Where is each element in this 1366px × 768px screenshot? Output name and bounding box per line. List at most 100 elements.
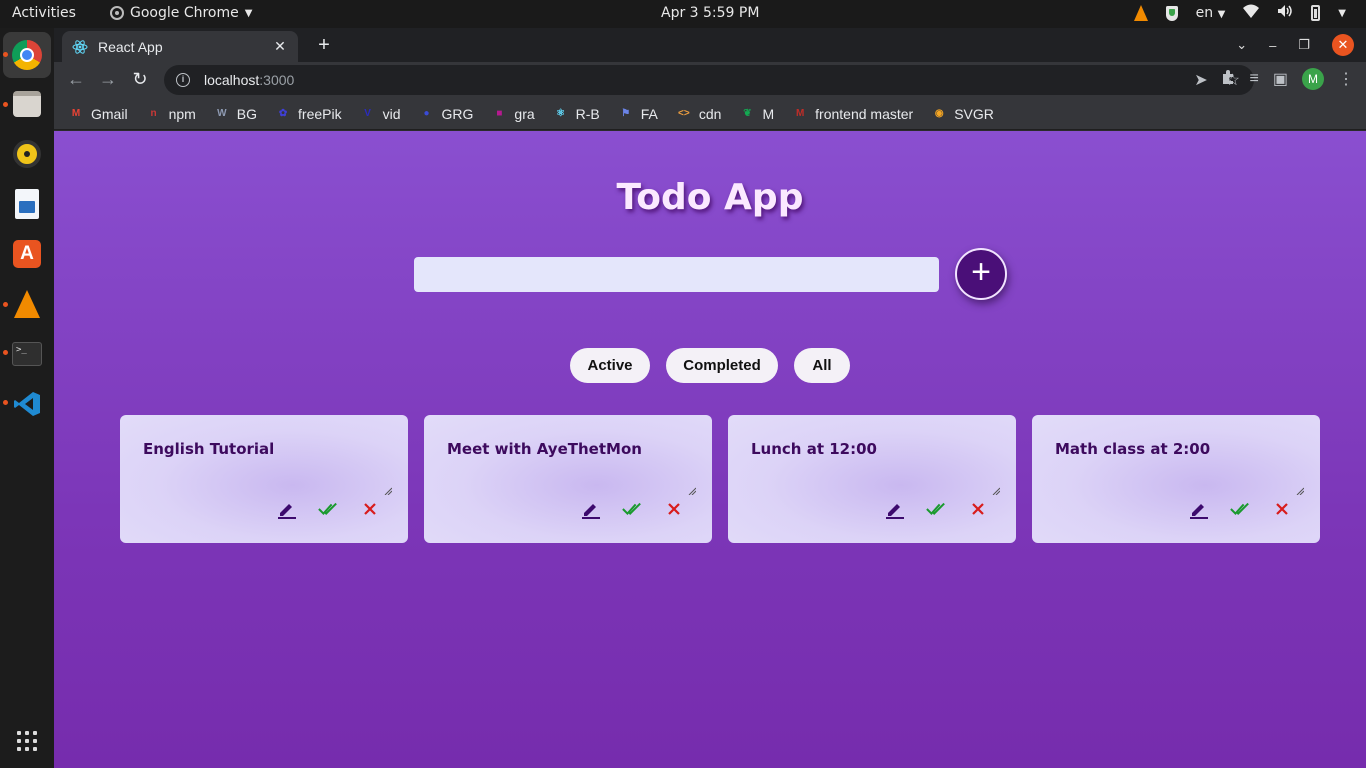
edit-icon[interactable] (580, 499, 600, 519)
grg-icon: ● (423, 108, 430, 119)
media-queue-icon[interactable]: ≡ (1250, 70, 1259, 88)
terminal-icon: >_ (12, 342, 42, 366)
bookmark-grg[interactable]: ● GRG (419, 106, 473, 122)
code-icon: <> (678, 108, 690, 119)
minimize-button[interactable]: – (1269, 38, 1276, 53)
bookmark-svgr[interactable]: ◉ SVGR (931, 106, 994, 122)
bookmark-fa[interactable]: ⚑ FA (618, 106, 658, 122)
dock-chrome[interactable] (11, 39, 43, 71)
bg-icon: W (217, 108, 227, 119)
extensions-icon[interactable] (1220, 69, 1236, 90)
vlc-tray-icon[interactable] (1133, 5, 1148, 21)
dock-terminal[interactable]: >_ (11, 338, 43, 370)
app-menu[interactable]: Google Chrome ▼ (110, 5, 252, 21)
bookmark-m[interactable]: ❦ M (739, 106, 774, 122)
system-top-bar: Activities Google Chrome ▼ Apr 3 5:59 PM… (0, 0, 1366, 28)
dock-vlc[interactable] (11, 288, 43, 320)
browser-toolbar: ← → ↻ i localhost:3000 ➤ ☆ ≡ ▣ M ⋮ (54, 62, 1366, 98)
bookmarks-bar: M Gmail n npm W BG ✿ freePik Vvid ● GRG ■ gra ⚛ R-B ⚑ FA… (54, 98, 1366, 130)
edit-icon[interactable] (884, 499, 904, 519)
bookmark-npm[interactable]: n npm (146, 106, 196, 122)
todo-text[interactable]: English Tutorial (143, 440, 274, 458)
bookmark-label: R-B (575, 105, 600, 122)
dock-files[interactable] (11, 88, 43, 120)
side-panel-icon[interactable]: ▣ (1273, 69, 1288, 89)
bookmark-label: frontend master (815, 105, 914, 122)
battery-icon[interactable] (1311, 5, 1321, 21)
language-indicator[interactable]: en ▼ (1196, 5, 1226, 21)
shield-icon[interactable] (1165, 5, 1178, 21)
todo-text[interactable]: Meet with AyeThetMon (447, 440, 642, 458)
tab-react-app[interactable]: React App ✕ (62, 31, 298, 62)
reload-button[interactable]: ↻ (129, 69, 151, 90)
delete-icon[interactable] (1272, 499, 1292, 519)
bookmark-freepik[interactable]: ✿ freePik (275, 106, 342, 122)
dock-rhythmbox[interactable] (11, 138, 43, 170)
system-tray[interactable]: en ▼ ▼ (1133, 4, 1346, 22)
software-store-icon: A (13, 240, 41, 268)
edit-icon[interactable] (276, 499, 296, 519)
info-icon[interactable]: i (176, 73, 190, 87)
filter-completed-button[interactable]: Completed (666, 348, 778, 383)
todo-input[interactable] (414, 257, 939, 292)
avatar[interactable]: M (1302, 68, 1324, 90)
clock[interactable]: Apr 3 5:59 PM (661, 5, 759, 21)
todo-text[interactable]: Lunch at 12:00 (751, 440, 877, 458)
bookmark-r-b[interactable]: ⚛ R-B (553, 106, 600, 122)
bookmark-frontend-master[interactable]: Mfrontend master (792, 106, 913, 122)
complete-icon[interactable] (622, 499, 642, 519)
todo-text[interactable]: Math class at 2:00 (1055, 440, 1210, 458)
bookmark-label: cdn (698, 105, 722, 122)
complete-icon[interactable] (926, 499, 946, 519)
bookmark-gra[interactable]: ■ gra (491, 106, 534, 122)
new-tab-button[interactable]: + (312, 34, 336, 57)
tab-search-icon[interactable]: ⌄ (1236, 37, 1247, 53)
activities-button[interactable]: Activities (12, 5, 76, 21)
bookmark-cdn[interactable]: <> cdn (676, 105, 722, 122)
forward-button[interactable]: → (97, 69, 119, 90)
back-button[interactable]: ← (65, 69, 87, 90)
address-bar[interactable]: i localhost:3000 ➤ ☆ (164, 65, 1254, 95)
send-icon[interactable]: ➤ (1194, 70, 1207, 90)
filter-active-button[interactable]: Active (570, 348, 650, 383)
running-indicator (3, 350, 8, 355)
bookmark-gmail[interactable]: M Gmail (68, 106, 128, 122)
close-icon[interactable]: ✕ (272, 38, 288, 55)
dock: A >_ (0, 28, 54, 768)
delete-icon[interactable] (968, 499, 988, 519)
url-host: localhost (204, 72, 260, 88)
delete-icon[interactable] (664, 499, 684, 519)
filter-all-button[interactable]: All (794, 348, 850, 383)
dock-writer[interactable] (11, 188, 43, 220)
npm-icon: n (150, 108, 157, 119)
add-todo-button[interactable]: + (955, 248, 1007, 300)
resize-handle-icon[interactable] (992, 487, 1000, 495)
dock-software[interactable]: A (11, 238, 43, 270)
show-apps-icon[interactable] (17, 731, 37, 751)
volume-icon[interactable] (1277, 4, 1293, 22)
edit-icon[interactable] (1188, 499, 1208, 519)
chevron-down-icon[interactable]: ▼ (1338, 8, 1346, 19)
gra-icon: ■ (496, 108, 503, 119)
flag-icon: ⚑ (621, 108, 631, 119)
complete-icon[interactable] (1230, 499, 1250, 519)
wifi-icon[interactable] (1243, 4, 1260, 22)
todo-card: Math class at 2:00 (1032, 415, 1320, 543)
bookmark-vid[interactable]: Vvid (360, 106, 400, 122)
chrome-icon (110, 6, 124, 20)
chevron-down-icon: ▼ (244, 7, 253, 19)
tab-title: React App (98, 38, 163, 55)
todo-card: Meet with AyeThetMon (424, 415, 712, 543)
dock-vscode[interactable] (11, 388, 43, 420)
close-window-button[interactable]: ✕ (1332, 34, 1354, 56)
resize-handle-icon[interactable] (1296, 487, 1304, 495)
complete-icon[interactable] (318, 499, 338, 519)
bookmark-bg[interactable]: W BG (214, 106, 257, 122)
resize-handle-icon[interactable] (688, 487, 696, 495)
maximize-button[interactable]: ❐ (1298, 37, 1310, 53)
bookmark-label: BG (236, 105, 258, 122)
resize-handle-icon[interactable] (384, 487, 392, 495)
more-menu-icon[interactable]: ⋮ (1338, 69, 1354, 89)
running-indicator (3, 102, 8, 107)
delete-icon[interactable] (360, 499, 380, 519)
